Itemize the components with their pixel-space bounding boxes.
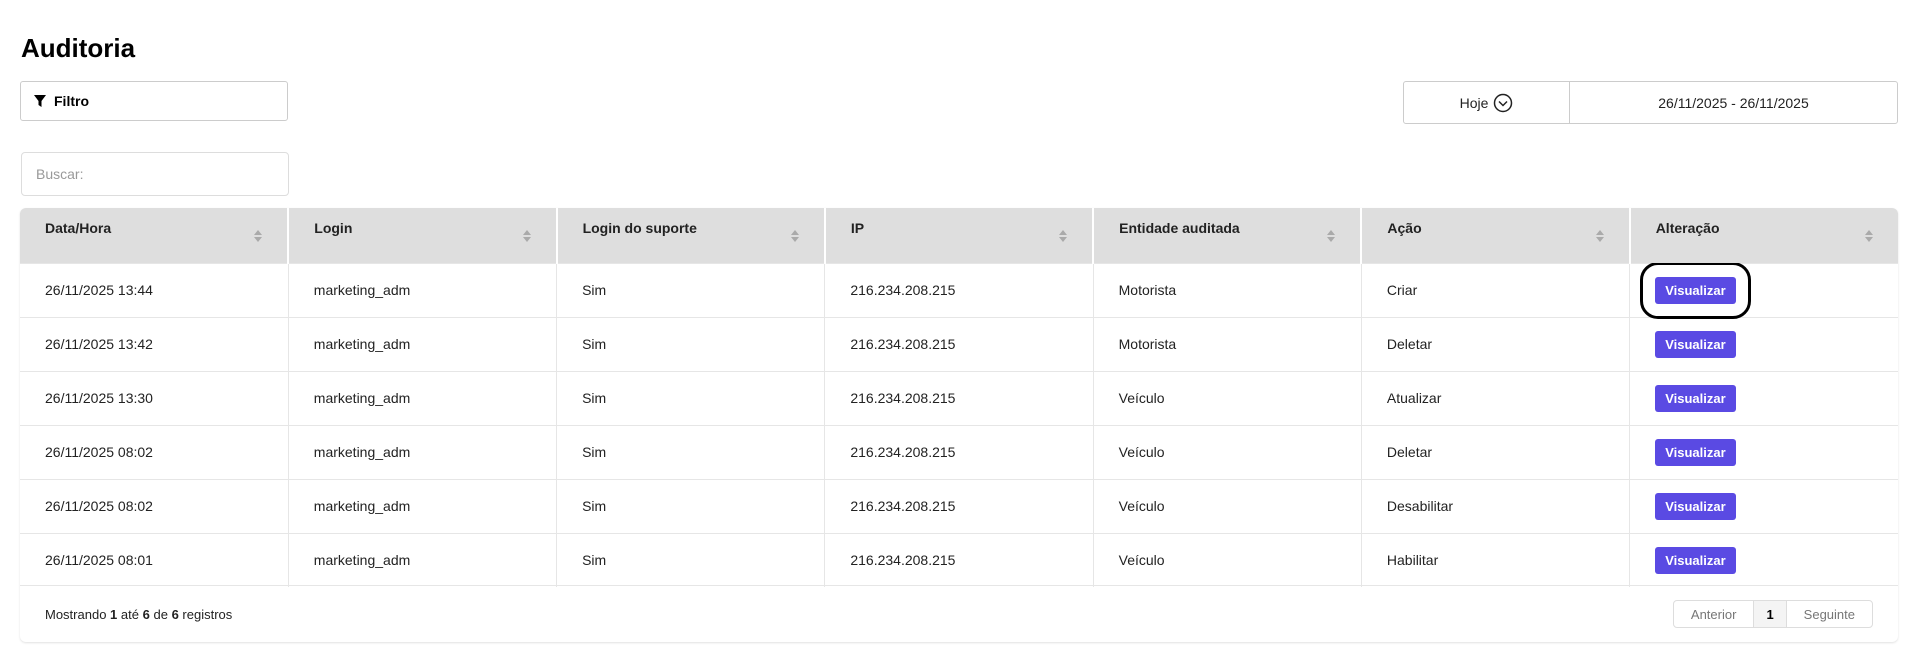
view-change-button[interactable]: Visualizar xyxy=(1655,492,1736,520)
column-header-2[interactable]: Login do suporte xyxy=(556,208,826,263)
filter-button[interactable]: Filtro xyxy=(20,81,288,121)
page-1-button[interactable]: 1 xyxy=(1753,601,1787,627)
prev-page-button[interactable]: Anterior xyxy=(1674,601,1754,627)
table-row: 26/11/2025 13:44 marketing_adm Sim 216.234.… xyxy=(20,261,1898,319)
table-cell: 216.234.208.215 xyxy=(824,478,1094,533)
sort-icon xyxy=(1595,230,1604,242)
info-to: 6 xyxy=(142,606,150,622)
table-cell: Desabilitar xyxy=(1361,478,1631,533)
sort-icon xyxy=(1865,230,1873,242)
table-row: 26/11/2025 08:02 marketing_adm Sim 216.234.… xyxy=(20,478,1898,533)
view-change-button[interactable]: Visualizar xyxy=(1655,384,1736,412)
column-header-label: Login xyxy=(314,220,353,237)
column-header-3[interactable]: IP xyxy=(824,208,1095,263)
view-change-button[interactable]: Visualizar xyxy=(1640,261,1751,319)
table-cell: marketing_adm xyxy=(288,478,558,533)
page-title: Auditoria xyxy=(21,33,136,63)
column-header-5[interactable]: Ação xyxy=(1361,208,1631,263)
column-header-6[interactable]: Alteração xyxy=(1629,208,1898,263)
column-header-label: Ação xyxy=(1387,220,1422,237)
table-cell: Sim xyxy=(556,478,826,533)
table-cell: 26/11/2025 08:02 xyxy=(20,424,289,479)
sort-icon xyxy=(522,230,531,242)
column-header-label: Login do suporte xyxy=(582,220,697,237)
table-cell: Deletar xyxy=(1361,316,1631,371)
table-cell: marketing_adm xyxy=(288,316,558,371)
table-cell: Sim xyxy=(556,316,826,371)
table-cell: Veículo xyxy=(1093,424,1362,479)
table-cell: 216.234.208.215 xyxy=(824,262,1094,317)
pagination: Anterior 1 Seguinte xyxy=(1672,600,1873,628)
table-cell: 26/11/2025 13:42 xyxy=(20,316,289,371)
table-cell: Habilitar xyxy=(1361,532,1631,587)
table-cell: Visualizar xyxy=(1629,261,1898,319)
table-cell: Veículo xyxy=(1093,370,1362,425)
table-cell: 26/11/2025 08:02 xyxy=(20,478,289,533)
info-suffix: registros xyxy=(182,606,233,622)
table-cell: marketing_adm xyxy=(288,370,558,425)
table-cell: marketing_adm xyxy=(288,532,558,587)
table-cell: Atualizar xyxy=(1361,370,1631,425)
table-cell: Visualizar xyxy=(1629,424,1898,479)
period-preset-label: Hoje xyxy=(1459,94,1489,111)
column-header-label: IP xyxy=(850,220,865,237)
table-cell: Veículo xyxy=(1093,478,1362,533)
table-cell: Visualizar xyxy=(1629,478,1898,533)
column-header-1[interactable]: Login xyxy=(288,208,558,263)
table-cell: Veículo xyxy=(1093,532,1362,587)
column-header-label: Entidade auditada xyxy=(1119,220,1240,237)
table-cell: Visualizar xyxy=(1629,370,1898,425)
column-header-label: Data/Hora xyxy=(45,220,112,237)
date-range-selector: Hoje 26/11/2025 - 26/11/2025 xyxy=(1403,81,1898,124)
info-prefix: Mostrando xyxy=(45,606,107,622)
table-cell: 26/11/2025 08:01 xyxy=(20,532,289,587)
table-cell: Sim xyxy=(556,262,826,317)
table-row: 26/11/2025 08:01 marketing_adm Sim 216.234.… xyxy=(20,532,1898,587)
view-change-button[interactable]: Visualizar xyxy=(1655,330,1736,358)
info-of-word: de xyxy=(153,606,168,622)
table-info: Mostrando 1 até 6 de 6 registros Anterio… xyxy=(20,585,1898,642)
sort-icon xyxy=(790,230,799,242)
table-cell: 216.234.208.215 xyxy=(824,370,1094,425)
view-change-button[interactable]: Visualizar xyxy=(1655,438,1736,466)
filter-label: Filtro xyxy=(54,93,89,109)
column-header-label: Alteração xyxy=(1655,220,1720,237)
info-to-word: até xyxy=(120,606,139,622)
table-cell: Sim xyxy=(556,370,826,425)
audit-table-card: Data/Hora Login Login do suporte IP Entidade… xyxy=(20,208,1898,642)
audit-table: Data/Hora Login Login do suporte IP Entidade… xyxy=(20,208,1898,587)
table-cell: Sim xyxy=(556,532,826,587)
column-header-0[interactable]: Data/Hora xyxy=(20,208,290,263)
table-cell: 216.234.208.215 xyxy=(824,532,1094,587)
table-cell: Visualizar xyxy=(1629,532,1898,587)
table-cell: Motorista xyxy=(1093,262,1362,317)
table-row: 26/11/2025 13:42 marketing_adm Sim 216.234.… xyxy=(20,316,1898,371)
search-input[interactable] xyxy=(21,152,289,196)
table-cell: Sim xyxy=(556,424,826,479)
table-cell: Criar xyxy=(1361,262,1631,317)
table-cell: 216.234.208.215 xyxy=(824,316,1094,371)
info-total: 6 xyxy=(171,606,179,622)
date-range-field[interactable]: 26/11/2025 - 26/11/2025 xyxy=(1570,82,1897,123)
period-preset-dropdown[interactable]: Hoje xyxy=(1404,82,1570,123)
next-page-button[interactable]: Seguinte xyxy=(1787,601,1872,627)
table-cell: marketing_adm xyxy=(288,262,558,317)
sort-icon xyxy=(1327,230,1336,242)
view-change-button[interactable]: Visualizar xyxy=(1655,546,1736,574)
table-cell: Visualizar xyxy=(1629,316,1898,371)
table-cell: 26/11/2025 13:30 xyxy=(20,370,289,425)
table-row: 26/11/2025 08:02 marketing_adm Sim 216.234.… xyxy=(20,424,1898,479)
table-cell: 216.234.208.215 xyxy=(824,424,1094,479)
info-from: 1 xyxy=(110,606,118,622)
table-cell: Deletar xyxy=(1361,424,1631,479)
table-cell: marketing_adm xyxy=(288,424,558,479)
filter-icon xyxy=(34,95,46,107)
sort-icon xyxy=(1059,230,1068,242)
table-cell: 26/11/2025 13:44 xyxy=(20,262,289,317)
table-cell: Motorista xyxy=(1093,316,1362,371)
sort-icon xyxy=(254,230,263,242)
chevron-down-circle-icon xyxy=(1494,93,1513,112)
column-header-4[interactable]: Entidade auditada xyxy=(1093,208,1363,263)
table-row: 26/11/2025 13:30 marketing_adm Sim 216.234.… xyxy=(20,370,1898,425)
